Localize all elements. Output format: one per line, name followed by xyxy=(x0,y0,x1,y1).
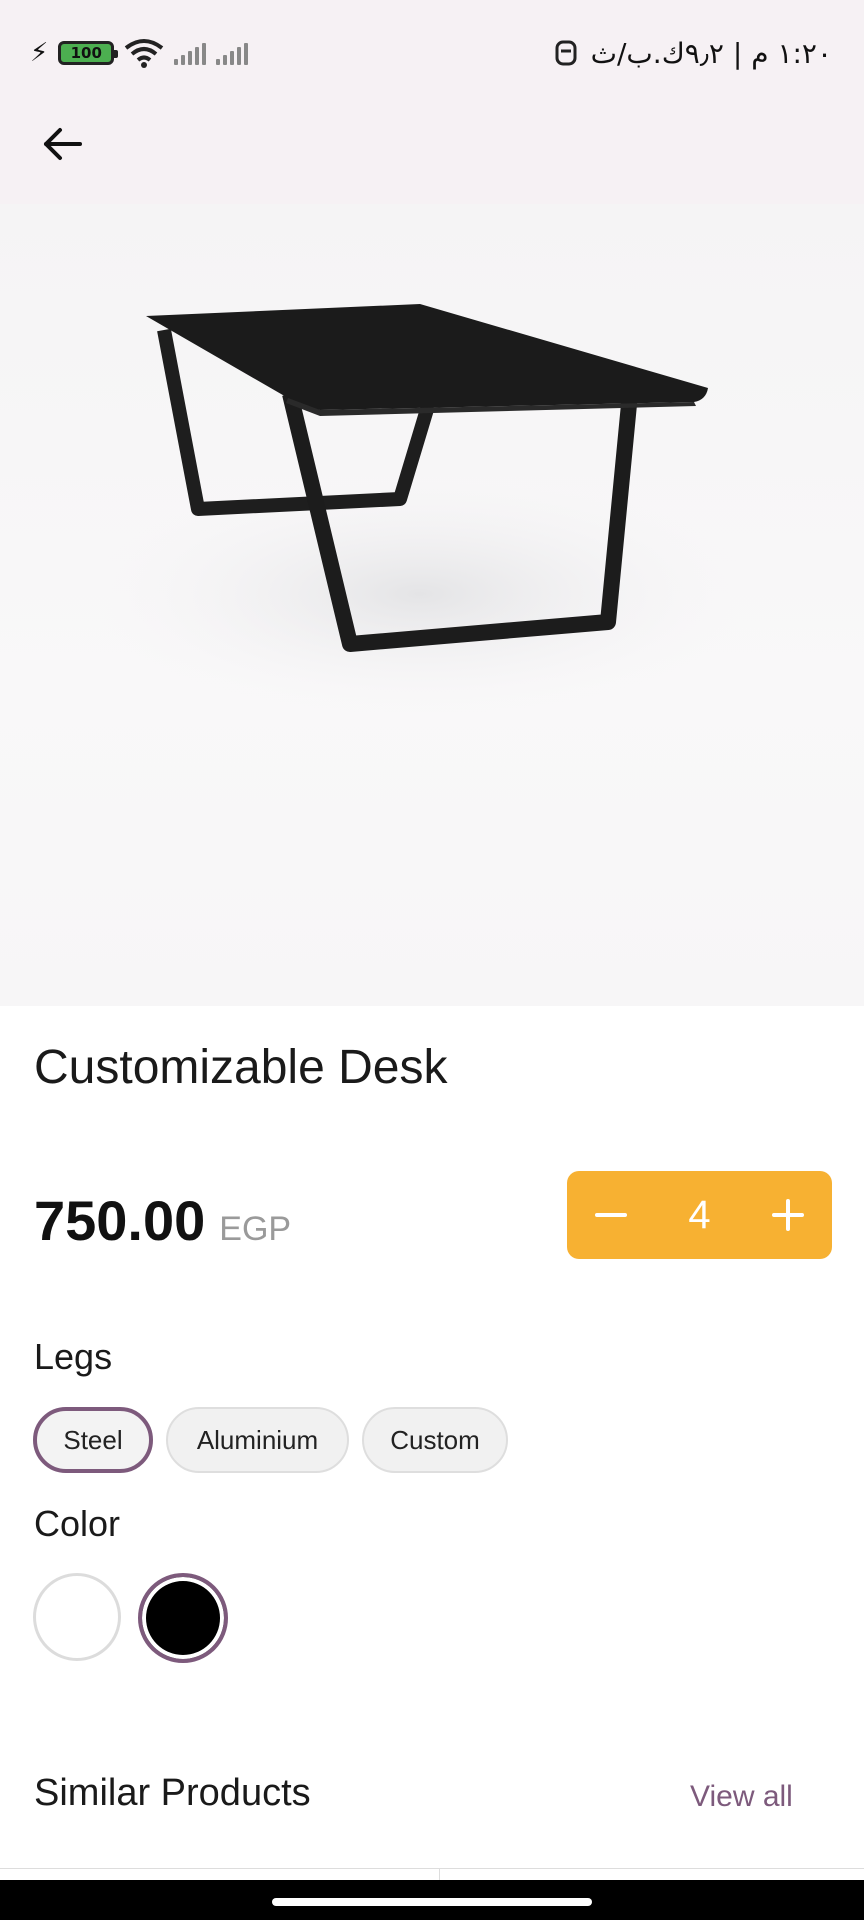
price-currency: EGP xyxy=(219,1210,292,1248)
status-right: ١:٢٠ م | ٩٫٢ك.ب/ث xyxy=(555,33,832,73)
desk-illustration xyxy=(90,304,750,714)
similar-products-title: Similar Products xyxy=(34,1772,311,1814)
signal-icon-2 xyxy=(216,41,249,65)
color-swatch-white[interactable] xyxy=(33,1573,121,1661)
status-icons: ⚡ 100 xyxy=(30,35,249,71)
quantity-stepper: 4 xyxy=(567,1171,832,1259)
battery-icon: 100 xyxy=(58,41,119,65)
legs-option-steel[interactable]: Steel xyxy=(33,1407,153,1473)
product-title: Customizable Desk xyxy=(34,1041,448,1094)
back-arrow-icon xyxy=(44,128,82,160)
increase-quantity-button[interactable] xyxy=(768,1195,808,1235)
status-bar: ⚡ 100 ١:٢٠ م | ٩٫٢ك.ب/ث xyxy=(0,0,864,100)
view-all-link[interactable]: View all xyxy=(690,1780,793,1814)
home-indicator[interactable] xyxy=(272,1898,592,1906)
price-row: 750.00 EGP xyxy=(34,1188,291,1253)
wifi-icon xyxy=(125,39,164,68)
app-header xyxy=(0,100,864,204)
plus-icon xyxy=(772,1199,804,1231)
charging-icon: ⚡ xyxy=(30,38,49,68)
battery-level: 100 xyxy=(70,44,102,62)
color-swatch-black[interactable] xyxy=(138,1573,228,1663)
decrease-quantity-button[interactable] xyxy=(591,1195,631,1235)
minus-icon xyxy=(595,1213,627,1217)
signal-icon xyxy=(174,41,207,65)
color-label: Color xyxy=(34,1503,121,1544)
legs-label: Legs xyxy=(34,1336,113,1377)
notification-icon xyxy=(555,40,577,66)
legs-option-custom[interactable]: Custom xyxy=(362,1407,508,1473)
quantity-value: 4 xyxy=(688,1192,711,1237)
legs-option-aluminium[interactable]: Aluminium xyxy=(166,1407,349,1473)
product-price: 750.00 xyxy=(34,1189,206,1252)
status-time: ١:٢٠ م | ٩٫٢ك.ب/ث xyxy=(590,36,832,70)
product-image xyxy=(0,204,864,1006)
back-button[interactable] xyxy=(38,120,86,168)
